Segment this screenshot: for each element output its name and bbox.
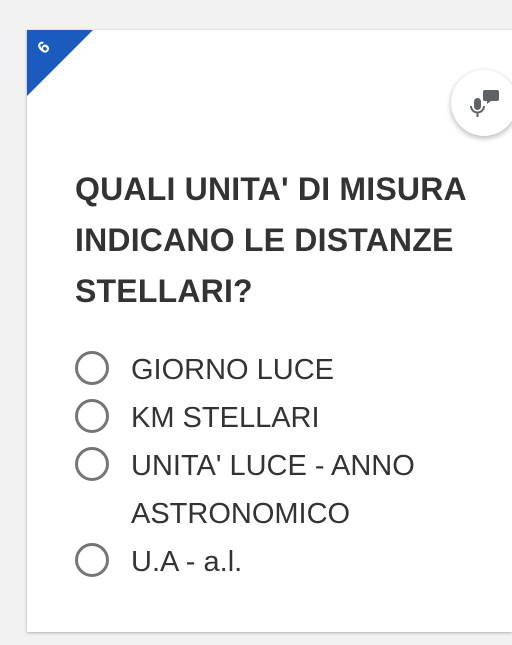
radio-button[interactable] [75,543,109,577]
option-4[interactable]: U.A - a.l. [75,538,495,586]
radio-button[interactable] [75,399,109,433]
option-label: KM STELLARI [131,402,320,434]
voice-button[interactable] [451,70,512,136]
answer-options: GIORNO LUCE KM STELLARI UNITA' LUCE - AN… [75,346,495,586]
microphone-speech-icon [470,90,499,117]
question-text: QUALI UNITA' DI MISURA INDICANO LE DISTA… [75,171,466,309]
option-3[interactable]: UNITA' LUCE - ANNO ASTRONOMICO [75,442,495,538]
radio-button[interactable] [75,447,109,481]
question-card: 6 QUALI UNITA' DI MISURA INDICANO LE DIS… [27,30,512,632]
option-label: UNITA' LUCE - ANNO ASTRONOMICO [131,450,415,530]
option-label: U.A - a.l. [131,546,243,578]
option-label: GIORNO LUCE [131,354,335,386]
option-2[interactable]: KM STELLARI [75,394,495,442]
option-1[interactable]: GIORNO LUCE [75,346,495,394]
radio-button[interactable] [75,351,109,385]
question-number-badge: 6 [27,30,93,96]
page: 6 QUALI UNITA' DI MISURA INDICANO LE DIS… [0,0,512,645]
